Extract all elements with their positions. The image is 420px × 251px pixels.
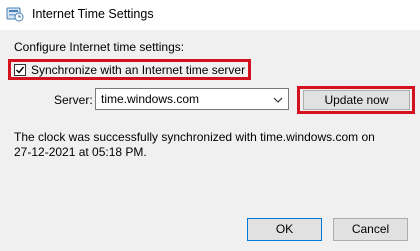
chevron-down-icon [273,94,283,104]
section-label: Configure Internet time settings: [14,40,185,54]
status-line-2: 27-12-2021 at 05:18 PM. [14,145,147,159]
sync-checkbox-label[interactable]: Synchronize with an Internet time server [31,63,245,77]
cancel-button[interactable]: Cancel [333,218,408,241]
update-now-button[interactable]: Update now [303,90,410,110]
internet-time-settings-dialog: Internet Time Settings Configure Interne… [0,0,420,251]
settings-dialog-icon [6,5,24,23]
status-line-1: The clock was successfully synchronized … [14,130,375,144]
title-bar: Internet Time Settings [0,0,420,30]
ok-button[interactable]: OK [247,218,322,241]
window-title: Internet Time Settings [32,7,154,21]
server-value: time.windows.com [101,92,200,106]
sync-checkbox[interactable] [14,64,26,76]
sync-status-message: The clock was successfully synchronized … [14,130,414,160]
server-label: Server: [54,93,93,107]
checkmark-icon [16,66,25,74]
server-dropdown[interactable]: time.windows.com [95,88,289,110]
